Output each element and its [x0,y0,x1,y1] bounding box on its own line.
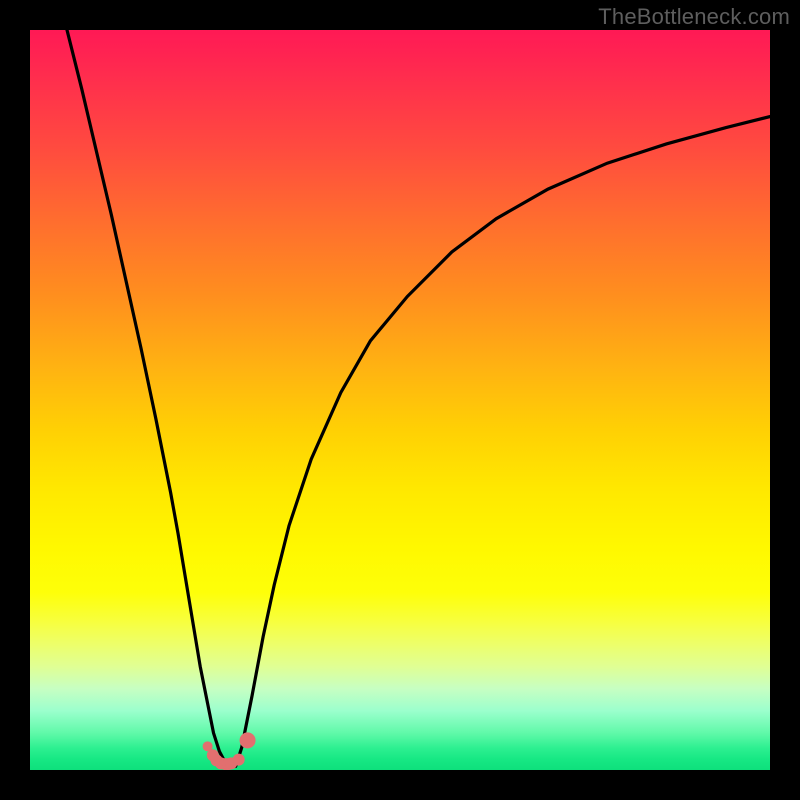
bottleneck-marker [240,732,256,748]
bottleneck-curves [30,30,770,770]
bottleneck-marker [233,754,245,766]
chart-frame [30,30,770,770]
bottleneck-marker-cluster [203,732,256,770]
curve-right [236,117,770,767]
curve-left [67,30,228,766]
watermark-text: TheBottleneck.com [598,4,790,30]
